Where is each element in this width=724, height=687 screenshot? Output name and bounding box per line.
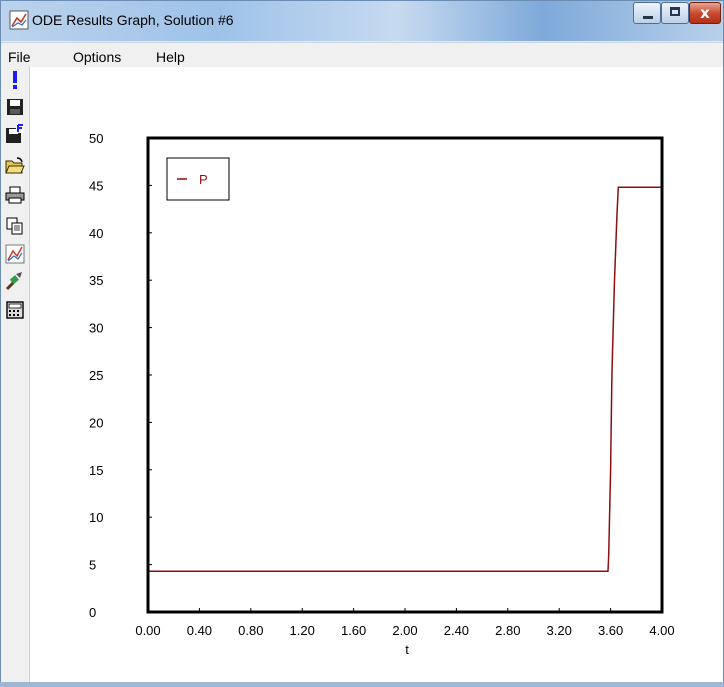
y-tick-label: 35 [89,273,103,288]
graph-button[interactable] [4,243,26,265]
x-tick-label: 3.60 [598,623,623,638]
window-title: ODE Results Graph, Solution #6 [32,12,234,28]
graph-icon [5,244,25,264]
print-button[interactable] [4,184,26,206]
close-button[interactable]: x [689,2,721,24]
save-format-button[interactable] [4,123,26,145]
series-layer [148,186,662,572]
save-format-icon [6,124,24,143]
y-tick-label: 25 [89,368,103,383]
bottom-border [0,682,724,687]
save-button[interactable] [4,96,26,118]
save-icon [7,99,23,115]
plot-frame [146,136,664,614]
graph-client-area: 0 5 10 15 20 25 30 35 40 45 50 0.00 0.40 0.80 1.20 1.6… [1,67,723,686]
x-axis-label: t [405,642,409,657]
x-tick-label: 1.20 [290,623,315,638]
y-tick-label: 5 [89,558,96,573]
vertical-toolbar [1,67,30,686]
y-tick-label: 0 [89,605,96,620]
table-button[interactable] [4,299,26,321]
x-tick-label: 2.40 [444,623,469,638]
x-tick-label: 0.40 [187,623,212,638]
app-window: ODE Results Graph, Solution #6 x File Op… [0,0,724,687]
x-tick-label: 0.00 [135,623,160,638]
print-icon [5,186,25,204]
legend: P [166,157,230,201]
y-axis-ticks: 0 5 10 15 20 25 30 35 40 45 50 [89,131,152,620]
y-tick-label: 40 [89,226,103,241]
legend-box [166,157,230,201]
exclamation-icon [13,71,17,89]
x-tick-label: 2.00 [392,623,417,638]
y-tick-label: 30 [89,321,103,336]
calculator-icon [6,301,24,319]
y-tick-label: 45 [89,178,103,193]
series-line-P [148,186,662,572]
maximize-button[interactable] [661,2,689,24]
ode-results-chart: 0 5 10 15 20 25 30 35 40 45 50 0.00 0.40 0.80 1.20 1.6… [89,131,675,657]
y-tick-label: 15 [89,463,103,478]
clear-button[interactable] [4,270,26,292]
open-button[interactable] [4,155,26,177]
run-button[interactable] [4,69,26,91]
y-tick-label: 50 [89,131,103,146]
close-icon: x [700,4,710,22]
legend-entry: P [199,172,208,187]
copy-icon [6,217,23,235]
minimize-button[interactable] [633,2,661,24]
y-tick-label: 20 [89,415,103,430]
copy-button[interactable] [4,215,26,237]
x-tick-label: 4.00 [649,623,674,638]
brush-icon [5,272,22,291]
menu-bar: File Options Help [1,42,723,67]
menu-help[interactable]: Help [156,49,185,65]
menu-options[interactable]: Options [73,49,121,65]
title-bar[interactable]: ODE Results Graph, Solution #6 x [1,1,723,41]
y-tick-label: 10 [89,510,103,525]
x-tick-label: 0.80 [238,623,263,638]
x-tick-label: 2.80 [495,623,520,638]
open-folder-icon [5,157,25,174]
x-tick-label: 3.20 [547,623,572,638]
graph-app-icon [9,10,29,30]
x-tick-label: 1.60 [341,623,366,638]
menu-file[interactable]: File [8,49,31,65]
